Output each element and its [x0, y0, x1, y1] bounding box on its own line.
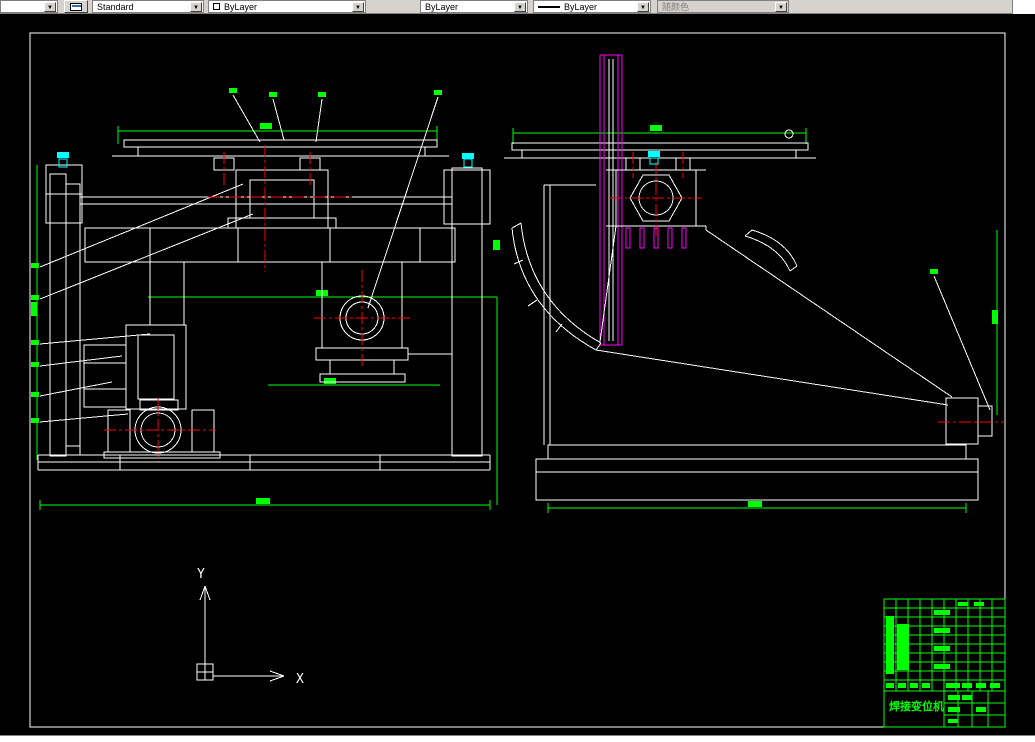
layer-tool-button[interactable] [64, 0, 88, 13]
lineweight-preview-icon [538, 5, 560, 8]
cad-window: ▼ Standard ▼ ByLayer ▼ ByLayer ▼ ByLayer… [0, 0, 1035, 742]
dropdown-arrow-icon[interactable]: ▼ [44, 2, 56, 12]
dropdown-arrow-icon[interactable]: ▼ [352, 2, 364, 12]
color-value: ByLayer [224, 1, 258, 12]
title-block-title: 焊接变位机 [889, 699, 944, 713]
title-block[interactable]: 焊接变位机 [883, 598, 1006, 728]
ucs-y-label: Y [197, 567, 205, 582]
linetype-dropdown[interactable]: ByLayer ▼ [420, 0, 528, 13]
lineweight-value: ByLayer [564, 1, 598, 12]
plotstyle-value: 随颜色 [662, 2, 690, 12]
drawing-canvas[interactable]: Y X 焊接变位机 [0, 14, 1035, 735]
style-value: Standard [97, 1, 134, 12]
ucs-x-label: X [296, 672, 304, 687]
command-area-edge [0, 735, 1035, 742]
linetype-value: ByLayer [425, 1, 459, 12]
dropdown-arrow-icon[interactable]: ▼ [190, 2, 202, 12]
dropdown-arrow-icon[interactable]: ▼ [637, 2, 649, 12]
color-dropdown[interactable]: ByLayer ▼ [208, 0, 366, 13]
side-view[interactable] [504, 54, 1004, 513]
dropdown-arrow-icon: ▼ [775, 2, 787, 12]
section-arrow-marker[interactable] [493, 240, 500, 250]
drawing-frame[interactable] [29, 32, 1006, 728]
plotstyle-dropdown: 随颜色 ▼ [657, 0, 789, 13]
properties-toolbar: ▼ Standard ▼ ByLayer ▼ ByLayer ▼ ByLayer… [0, 0, 1035, 14]
drawing[interactable]: Y X 焊接变位机 [0, 14, 1035, 735]
layer-icon [70, 2, 82, 11]
dropdown-arrow-icon[interactable]: ▼ [514, 2, 526, 12]
cropped-left-dropdown[interactable]: ▼ [0, 0, 58, 13]
style-dropdown[interactable]: Standard ▼ [92, 0, 204, 13]
toolbar-right-panel [1012, 0, 1035, 14]
lineweight-dropdown[interactable]: ByLayer ▼ [533, 0, 651, 13]
current-color-swatch [213, 3, 220, 10]
ucs-icon: Y X [196, 567, 304, 687]
front-view[interactable] [31, 88, 498, 510]
